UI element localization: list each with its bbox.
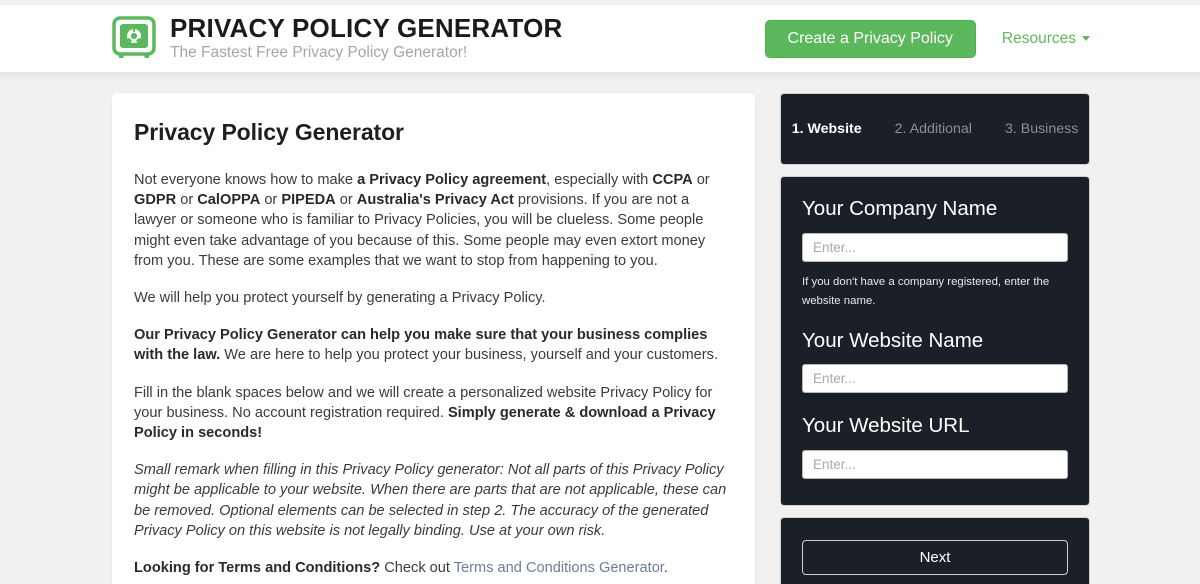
company-name-label: Your Company Name (802, 197, 998, 220)
page-title: Privacy Policy Generator (134, 119, 404, 145)
header-actions: Create a Privacy Policy Resources (764, 19, 1090, 58)
text-emphasis: GDPR (134, 192, 177, 209)
website-name-label: Your Website Name (802, 328, 984, 352)
wizard-tabs: 1. Website 2. Additional 3. Business (781, 94, 1089, 164)
tab-business[interactable]: 3. Business (1005, 121, 1078, 137)
text-fragment: or (335, 192, 357, 209)
text-fragment: We are here to help you protect your bus… (220, 347, 719, 364)
terms-and-conditions-generator-link[interactable]: Terms and Conditions Generator (454, 560, 664, 576)
next-button[interactable]: Next (802, 539, 1068, 575)
text-emphasis: PIPEDA (281, 192, 336, 209)
create-privacy-policy-button[interactable]: Create a Privacy Policy (764, 19, 976, 58)
chevron-down-icon (1082, 36, 1090, 41)
intro-paragraph: Not everyone knows how to make a Privacy… (134, 170, 733, 271)
text-emphasis: CCPA (652, 172, 693, 188)
company-name-input[interactable] (802, 232, 1068, 262)
website-url-input[interactable] (802, 449, 1068, 479)
text-fragment: or (176, 192, 198, 209)
page-body: Privacy Policy Generator Not everyone kn… (0, 72, 1200, 584)
company-name-help-text: If you don't have a company registered, … (802, 275, 1050, 307)
text-fragment: , especially with (546, 172, 653, 188)
brand-logo-link[interactable]: PRIVACY POLICY GENERATOR The Fastest Fre… (112, 12, 563, 63)
text-emphasis: CalOPPA (197, 192, 261, 209)
disclaimer-paragraph: Small remark when filling in this Privac… (134, 462, 727, 539)
website-form-panel: Your Company Name If you don't have a co… (780, 176, 1090, 506)
resources-dropdown[interactable]: Resources (1002, 30, 1090, 48)
website-name-input[interactable] (802, 364, 1068, 394)
text-fragment: or (260, 192, 282, 209)
text-emphasis: Looking for Terms and Conditions? (134, 560, 381, 577)
text-emphasis: a Privacy Policy agreement (357, 172, 547, 188)
text-fragment: Check out (380, 560, 454, 577)
brand-tagline: The Fastest Free Privacy Policy Generato… (170, 43, 468, 61)
website-url-label: Your Website URL (802, 414, 970, 438)
text-emphasis: Australia's Privacy Act (356, 192, 514, 209)
brand-title: PRIVACY POLICY GENERATOR (170, 12, 563, 43)
text-fragment: . (663, 560, 668, 577)
content-card: Privacy Policy Generator Not everyone kn… (112, 93, 755, 584)
wizard-sidebar: 1. Website 2. Additional 3. Business You… (780, 93, 1090, 584)
tab-additional[interactable]: 2. Additional (895, 121, 972, 137)
wizard-steps-panel: 1. Website 2. Additional 3. Business (780, 93, 1090, 165)
safe-vault-icon (112, 16, 156, 60)
site-header: PRIVACY POLICY GENERATOR The Fastest Fre… (0, 5, 1200, 82)
instructions-paragraph: Fill in the blank spaces below and we wi… (134, 383, 733, 444)
compliance-paragraph: Our Privacy Policy Generator can help yo… (134, 325, 733, 365)
text-fragment: Not everyone knows how to make (134, 172, 358, 188)
tab-website[interactable]: 1. Website (792, 121, 862, 137)
text-fragment: or (692, 172, 710, 188)
help-paragraph: We will help you protect yourself by gen… (134, 290, 546, 307)
wizard-action-panel: Next (780, 516, 1090, 584)
terms-link-paragraph: Looking for Terms and Conditions? Check … (134, 558, 733, 578)
resources-label: Resources (1001, 29, 1076, 47)
